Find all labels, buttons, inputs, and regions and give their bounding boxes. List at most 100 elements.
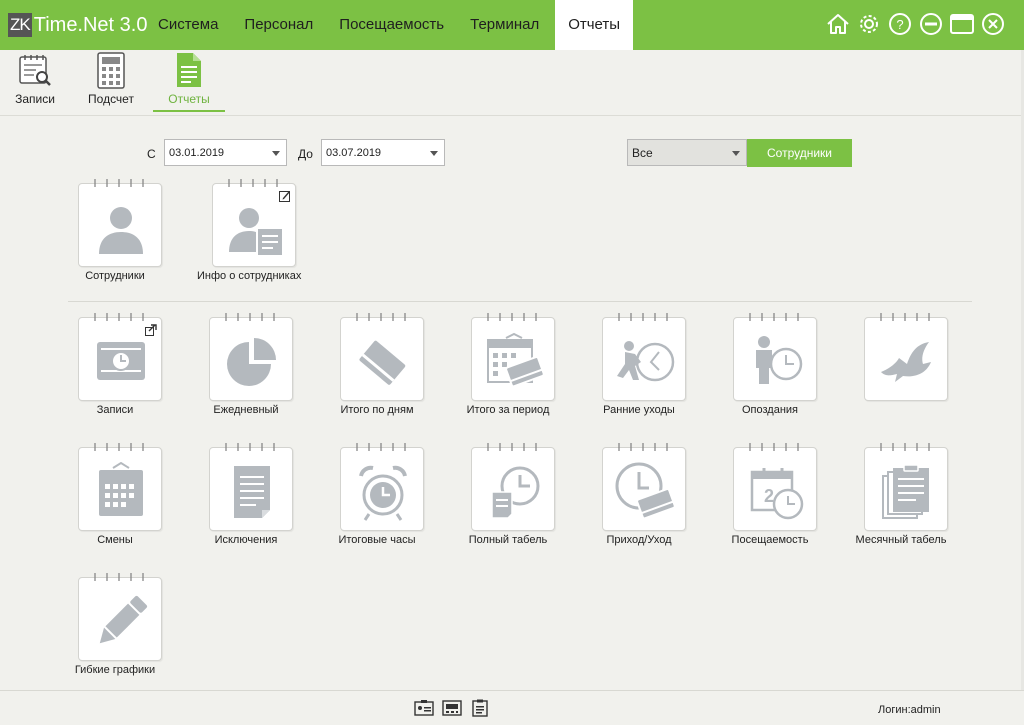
tile-label: Посещаемость [731,534,809,546]
date-from-value: 03.01.2019 [169,147,225,159]
report-tile-exceptions[interactable]: Исключения [194,441,298,551]
attendance-calendar-icon: 2 [750,468,804,520]
clipboard-icon[interactable] [470,699,490,717]
report-tile-attendance[interactable]: 2 Посещаемость [718,441,822,551]
menu-personnel[interactable]: Персонал [231,0,326,50]
monthly-sheets-icon [882,464,929,519]
tile-label: Исключения [214,534,278,546]
maximize-icon[interactable] [946,10,977,38]
alarm-clock-icon [359,465,407,521]
tile-card [733,313,817,401]
toolbar-reports-label: Отчеты [168,92,210,106]
report-tile-full-timesheet[interactable]: Полный табель [456,441,560,551]
menu-terminal[interactable]: Терминал [457,0,552,50]
tile-label: Опоздания [741,404,799,416]
records-search-icon [19,55,51,86]
tile-card [209,313,293,401]
toolbar-records-button[interactable]: Записи [10,50,60,114]
binder-rings [749,443,799,451]
pencil-icon [99,595,148,644]
status-icons [414,699,490,717]
toolbar-reports-button[interactable]: Отчеты [153,50,225,114]
binder-rings [94,443,144,451]
report-tile-daily[interactable]: Ежедневный [194,311,298,421]
binder-rings [94,313,144,321]
tile-card [78,179,162,267]
timesheet-clock-icon [491,466,540,519]
person-icon [99,207,143,254]
tile-label: Сотрудники [85,270,145,282]
binder-rings [487,443,537,451]
tile-card [209,443,293,531]
window-controls: ? [822,10,1008,38]
report-tile-daily-totals[interactable]: Итого по дням [325,311,429,421]
tile-card: 2 [733,443,817,531]
date-from-label: С [147,147,156,161]
binder-rings [487,313,537,321]
tile-card [864,313,948,401]
report-tile-shifts[interactable]: Смены [63,441,167,551]
report-tile-total-hours[interactable]: Итоговые часы [325,441,429,551]
records-clock-icon [97,342,145,380]
report-tile-employee-info[interactable]: Инфо о сотрудниках [197,177,301,287]
binder-rings [880,443,930,451]
date-to-value: 03.07.2019 [326,147,382,159]
employees-button[interactable]: Сотрудники [747,139,852,167]
section-divider [68,301,972,302]
gear-icon[interactable] [853,10,884,38]
late-arrival-icon [756,336,803,384]
menu-reports[interactable]: Отчеты [555,0,634,50]
tile-card [340,313,424,401]
tile-label: Приход/Уход [606,534,672,546]
tile-card [471,443,555,531]
close-icon[interactable] [977,10,1008,38]
tile-card [212,179,296,267]
tile-card [340,443,424,531]
toolbar-records-label: Записи [15,92,55,106]
report-tile-clock-in-out[interactable]: Приход/Уход [587,441,691,551]
tile-card [602,313,686,401]
device-icon[interactable] [442,699,462,717]
report-tile-records[interactable]: Записи [63,311,167,421]
tile-label: Итого по дням [340,404,414,416]
binder-rings [94,573,144,581]
id-card-icon[interactable] [414,699,434,717]
calendar-card-icon [487,332,544,388]
export-icon[interactable] [145,324,157,336]
person-info-icon [229,208,284,257]
edit-icon[interactable] [279,190,291,202]
title-bar: ZK Time.Net 3.0 Система Персонал Посещае… [0,0,1024,50]
report-tile-flexible-schedules[interactable]: Гибкие графики [63,571,167,681]
chevron-down-icon [732,151,740,156]
report-tile-late-arrival[interactable]: Опоздания [718,311,822,421]
report-tile-period-totals[interactable]: Итого за период [456,311,560,421]
binder-rings [356,443,406,451]
scope-select[interactable]: Все [627,139,747,166]
binder-rings [228,179,278,187]
help-icon[interactable]: ? [884,10,915,38]
report-tile-monthly-timesheet[interactable]: Месячный табель [849,441,953,551]
tile-card [78,573,162,661]
early-leave-icon [617,341,675,382]
minimize-icon[interactable] [915,10,946,38]
tile-label: Ранние уходы [603,404,675,416]
toolbar-calc-button[interactable]: Подсчет [84,50,138,114]
date-to-picker[interactable]: 03.07.2019 [321,139,445,166]
tile-card [78,443,162,531]
date-from-picker[interactable]: 03.01.2019 [164,139,287,166]
report-tile-employees[interactable]: Сотрудники [63,177,167,287]
report-tile-leave[interactable] [849,311,953,421]
date-to-label: До [298,147,313,161]
tile-label: Итоговые часы [338,534,416,546]
shift-calendar-icon [99,462,143,516]
tile-label: Записи [96,404,134,416]
app-logo: ZK Time.Net 3.0 [8,12,147,38]
tile-card [864,443,948,531]
menu-attendance[interactable]: Посещаемость [326,0,457,50]
binder-rings [749,313,799,321]
home-icon[interactable] [822,10,853,38]
menu-system[interactable]: Система [145,0,231,50]
report-tile-early-leave[interactable]: Ранние уходы [587,311,691,421]
tile-card [78,313,162,401]
tile-label: Гибкие графики [74,664,156,676]
